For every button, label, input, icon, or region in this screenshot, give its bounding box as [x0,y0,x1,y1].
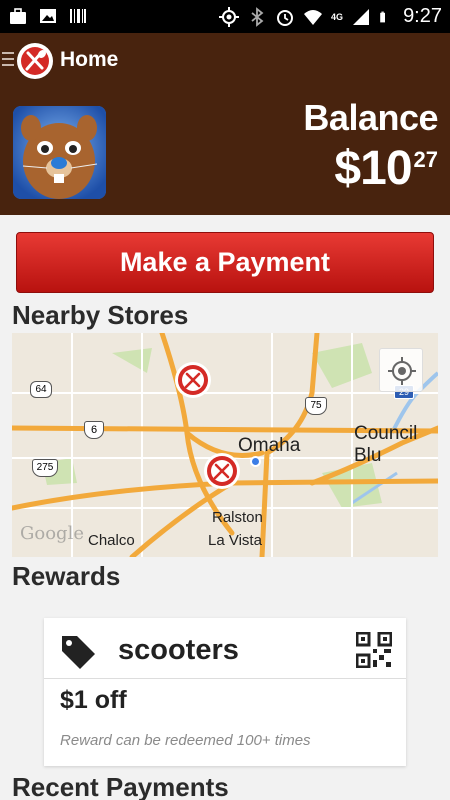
account-header: Balance $10 27 [0,89,450,215]
balance-cents: 27 [413,147,438,172]
gps-icon [219,6,240,27]
nearby-stores-map[interactable]: Omaha Council Blu Ralston La Vista Chalc… [12,333,438,557]
status-bar: 4G 9:27 [0,0,450,33]
page-title: Home [60,48,119,71]
wifi-icon [304,9,323,25]
map-label-council-bluffs: Council Blu [354,423,418,466]
balance-label: Balance [303,97,438,138]
map-label-omaha: Omaha [238,435,301,456]
crosshair-icon [388,357,416,385]
map-label-ralston: Ralston [212,509,263,526]
route-shield-75: 75 [305,397,327,415]
alarm-icon [277,9,294,26]
reward-divider [44,678,406,679]
signal-icon [353,8,370,25]
clock: 9:27 [403,5,442,27]
photo-icon [40,9,56,23]
map-label-chalco: Chalco [88,532,135,549]
qr-code-icon[interactable] [356,632,392,668]
barcode-icon [70,9,86,23]
route-shield-64: 64 [30,381,52,398]
briefcase-icon [10,8,26,24]
hamburger-icon[interactable] [2,52,14,68]
store-pin-south[interactable] [203,452,241,490]
fork-spoon-logo-icon[interactable] [16,42,54,80]
store-pin-north[interactable] [174,361,212,399]
network-type: 4G [331,11,344,22]
google-watermark: Google [20,523,84,544]
reward-card[interactable]: scooters $1 off Reward can be redeemed 1… [44,618,406,766]
reward-store-name: scooters [118,634,239,666]
nearby-stores-heading: Nearby Stores [12,300,189,330]
current-location-dot [250,456,261,467]
make-payment-button[interactable]: Make a Payment [16,232,434,293]
reward-redeem-note: Reward can be redeemed 100+ times [60,732,311,749]
balance-dollars: $10 [334,142,412,195]
map-label-la-vista: La Vista [208,532,262,549]
tag-icon [62,636,95,669]
rewards-heading: Rewards [12,561,121,591]
balance-amount: $10 27 [334,141,438,196]
my-location-button[interactable] [379,348,423,392]
bluetooth-icon [251,6,264,27]
route-shield-6: 6 [84,421,104,439]
reward-offer: $1 off [60,686,127,714]
battery-icon [380,11,386,22]
action-bar: Home [0,33,450,89]
recent-payments-heading: Recent Payments [12,772,229,800]
squirrel-avatar[interactable] [13,106,106,199]
route-shield-275: 275 [32,459,58,477]
